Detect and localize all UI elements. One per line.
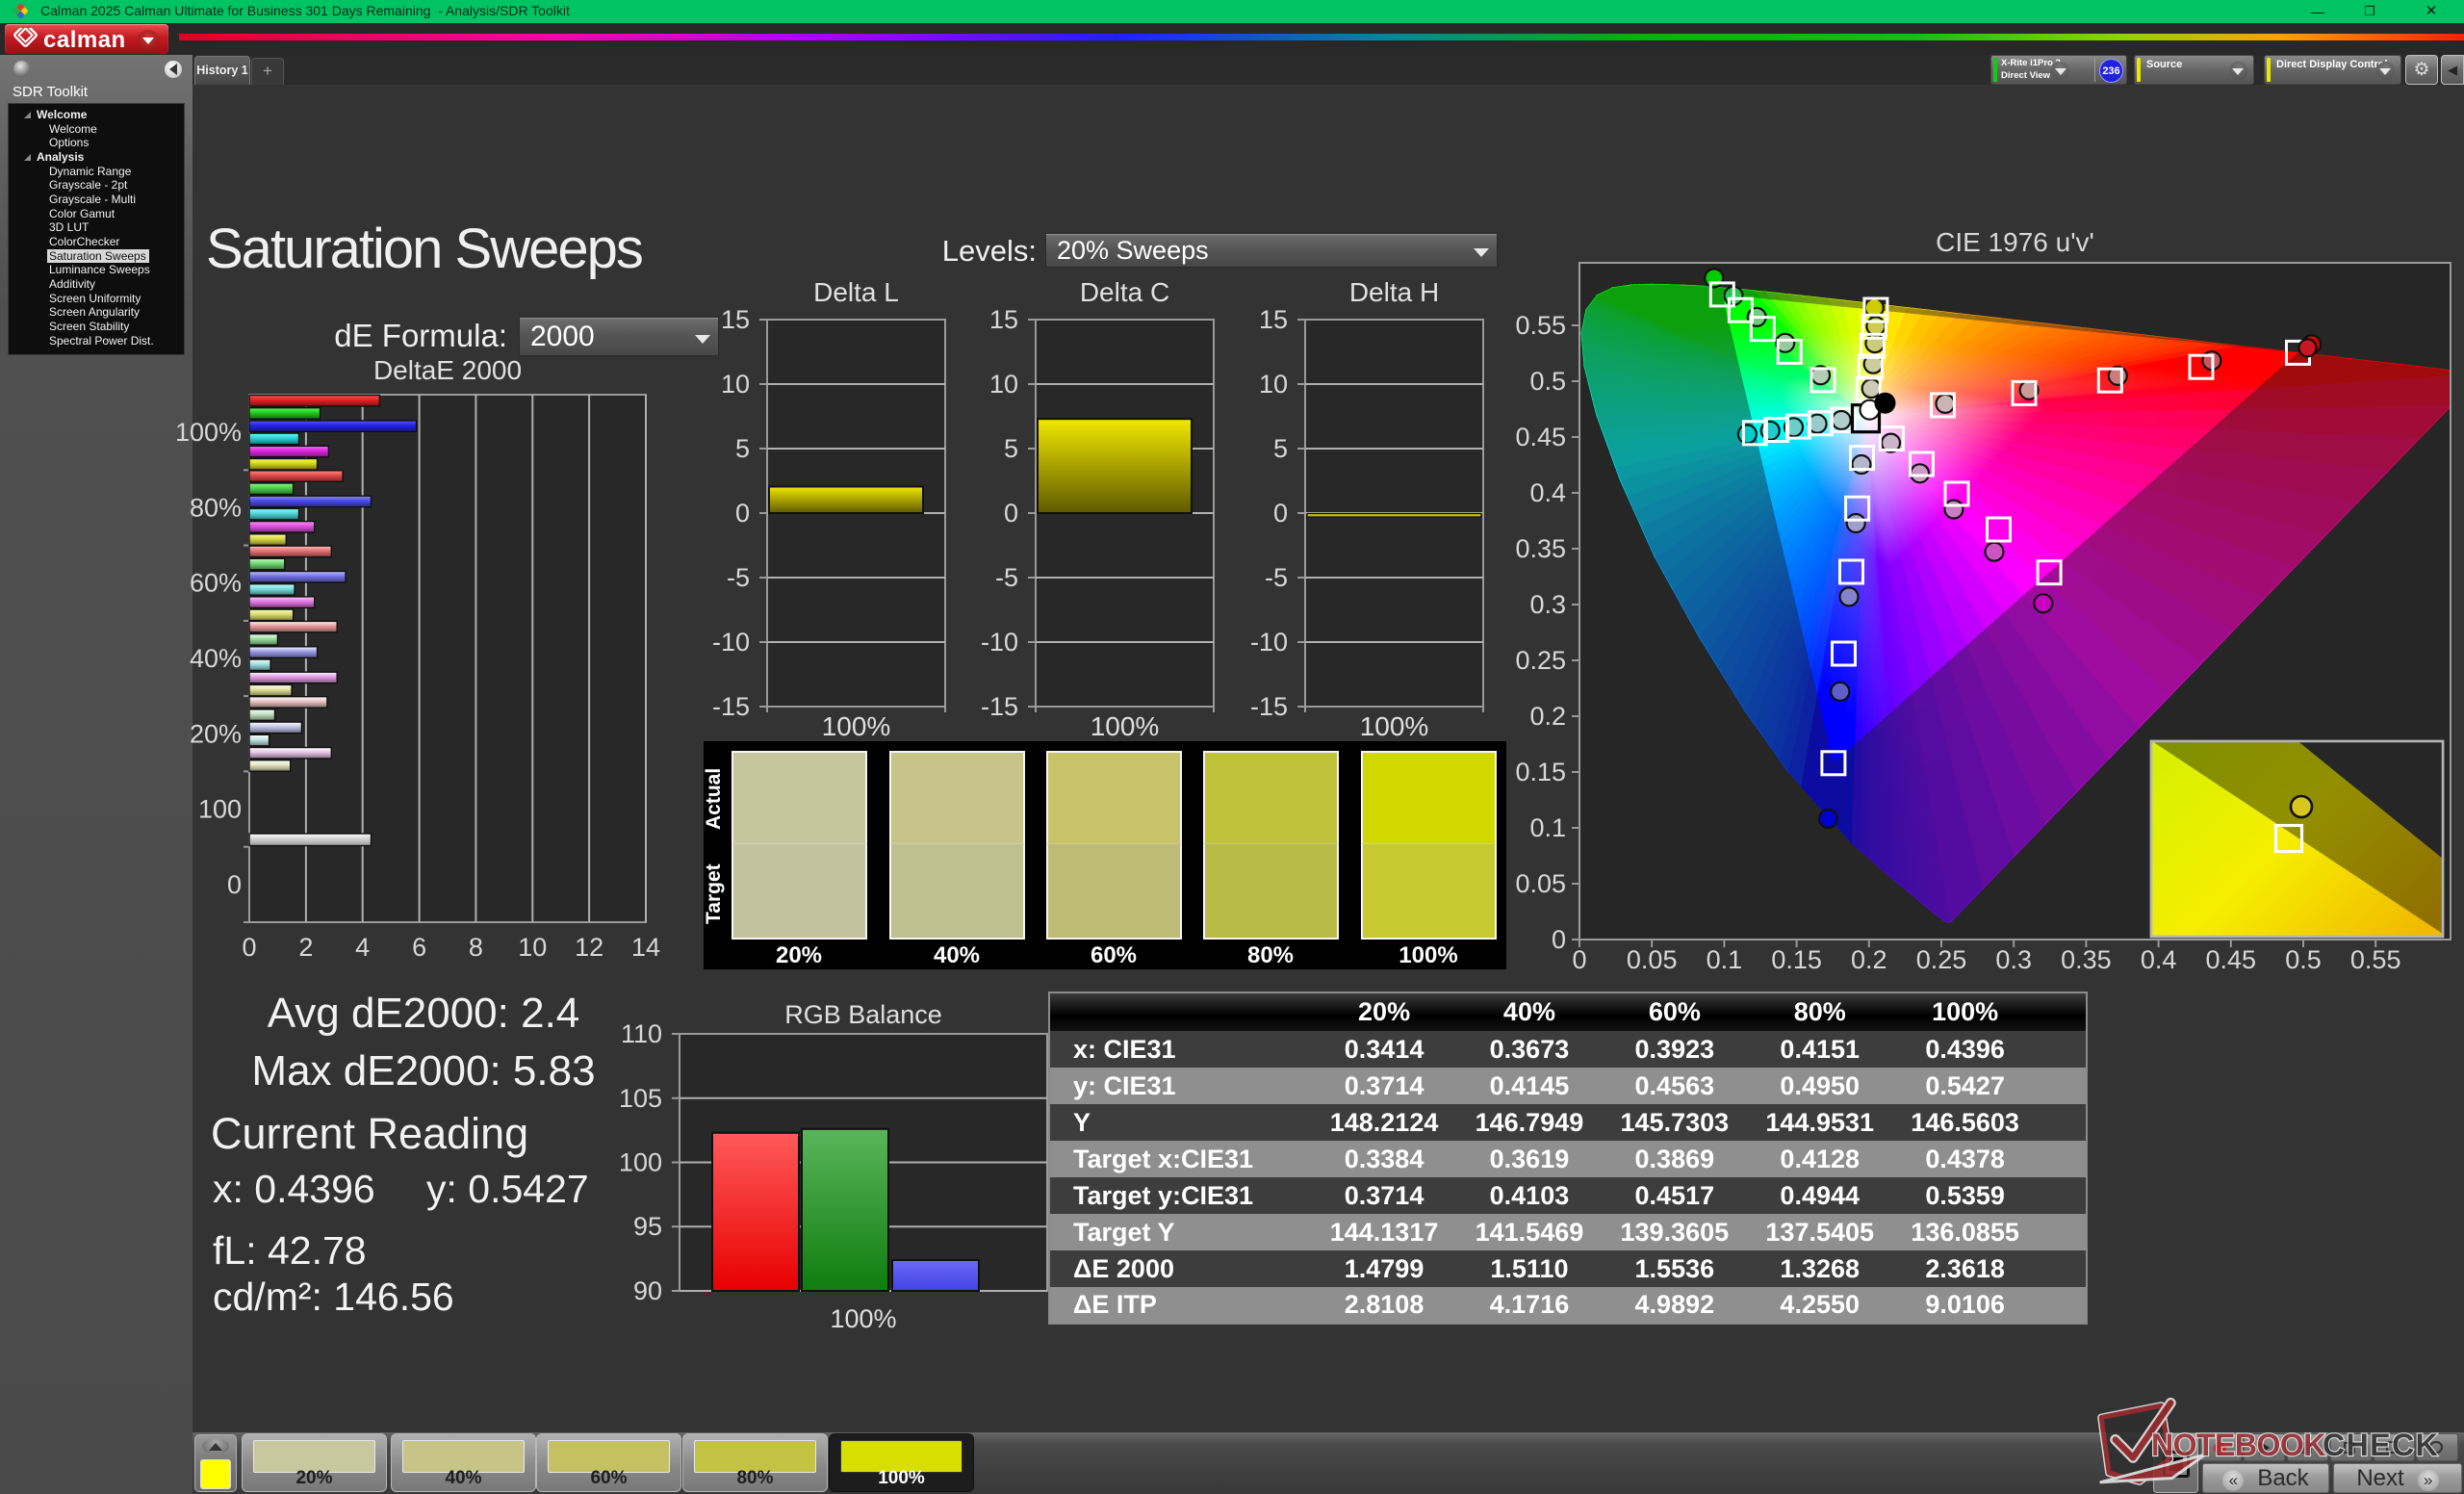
svg-text:RGB Balance: RGB Balance xyxy=(784,1001,942,1029)
svg-text:100%: 100% xyxy=(175,418,242,447)
svg-text:0: 0 xyxy=(1273,499,1288,528)
svg-text:-10: -10 xyxy=(1250,628,1288,657)
svg-text:0: 0 xyxy=(227,870,242,899)
svg-text:100%: 100% xyxy=(830,1304,896,1328)
svg-text:5: 5 xyxy=(1273,434,1288,463)
svg-text:60%: 60% xyxy=(190,569,242,598)
svg-text:-5: -5 xyxy=(727,563,750,592)
svg-text:0.35: 0.35 xyxy=(2061,945,2112,974)
svg-text:40%: 40% xyxy=(190,644,242,673)
svg-text:CIE 1976 u'v': CIE 1976 u'v' xyxy=(1936,227,2094,257)
svg-text:0.5: 0.5 xyxy=(1529,367,1566,396)
svg-text:0: 0 xyxy=(1004,499,1018,528)
svg-text:0: 0 xyxy=(735,499,750,528)
svg-text:-10: -10 xyxy=(981,628,1018,657)
svg-text:-15: -15 xyxy=(981,692,1018,721)
svg-text:0.4: 0.4 xyxy=(1529,478,1566,507)
svg-text:0.5: 0.5 xyxy=(2285,945,2322,974)
svg-text:100: 100 xyxy=(198,795,242,824)
svg-text:100%: 100% xyxy=(822,711,891,741)
svg-text:NOTEBOOK: NOTEBOOK xyxy=(2151,1428,2325,1462)
svg-text:0.45: 0.45 xyxy=(1515,423,1566,451)
svg-text:110: 110 xyxy=(621,1019,662,1048)
svg-text:0.4: 0.4 xyxy=(2141,945,2177,974)
svg-text:Delta L: Delta L xyxy=(813,277,899,307)
svg-text:0.15: 0.15 xyxy=(1771,945,1822,974)
svg-text:14: 14 xyxy=(631,933,660,961)
svg-text:100%: 100% xyxy=(1360,711,1429,741)
svg-text:80%: 80% xyxy=(190,493,242,522)
svg-text:Delta H: Delta H xyxy=(1349,277,1439,307)
svg-text:-10: -10 xyxy=(712,628,750,657)
svg-text:CHECK: CHECK xyxy=(2323,1428,2439,1462)
svg-text:0.25: 0.25 xyxy=(1916,945,1967,974)
svg-text:0.55: 0.55 xyxy=(1515,311,1566,340)
svg-text:Delta C: Delta C xyxy=(1080,277,1169,307)
svg-text:calman: calman xyxy=(43,28,126,51)
svg-text:DeltaE 2000: DeltaE 2000 xyxy=(373,355,522,385)
svg-text:0.3: 0.3 xyxy=(1529,590,1566,619)
svg-text:0.1: 0.1 xyxy=(1707,945,1743,974)
svg-text:5: 5 xyxy=(1004,434,1018,463)
svg-text:0: 0 xyxy=(1552,925,1566,954)
svg-text:100: 100 xyxy=(619,1148,662,1177)
svg-text:12: 12 xyxy=(575,933,603,961)
svg-text:-15: -15 xyxy=(712,692,750,721)
svg-text:0: 0 xyxy=(242,933,256,961)
svg-text:-5: -5 xyxy=(995,563,1018,592)
svg-text:2: 2 xyxy=(298,933,313,961)
svg-text:0.2: 0.2 xyxy=(1529,702,1566,731)
svg-text:0.3: 0.3 xyxy=(1995,945,2032,974)
svg-text:8: 8 xyxy=(469,933,483,961)
svg-text:0.1: 0.1 xyxy=(1529,813,1566,842)
svg-text:15: 15 xyxy=(721,305,750,334)
svg-text:0.05: 0.05 xyxy=(1627,945,1678,974)
svg-text:0.55: 0.55 xyxy=(2350,945,2401,974)
svg-text:0.15: 0.15 xyxy=(1515,758,1566,786)
svg-text:0.35: 0.35 xyxy=(1515,534,1566,563)
svg-text:-15: -15 xyxy=(1250,692,1288,721)
svg-text:0: 0 xyxy=(1572,945,1586,974)
svg-text:-5: -5 xyxy=(1265,563,1288,592)
svg-text:105: 105 xyxy=(619,1084,662,1113)
svg-text:10: 10 xyxy=(518,933,547,961)
svg-text:0.05: 0.05 xyxy=(1515,869,1566,898)
svg-text:5: 5 xyxy=(735,434,750,463)
svg-text:10: 10 xyxy=(989,370,1018,399)
svg-text:4: 4 xyxy=(355,933,370,961)
svg-text:90: 90 xyxy=(633,1276,662,1305)
svg-text:95: 95 xyxy=(633,1212,662,1241)
svg-text:10: 10 xyxy=(1259,370,1288,399)
svg-text:0.2: 0.2 xyxy=(1851,945,1887,974)
svg-text:10: 10 xyxy=(721,370,750,399)
svg-text:15: 15 xyxy=(989,305,1018,334)
svg-text:0.25: 0.25 xyxy=(1515,646,1566,675)
svg-text:100%: 100% xyxy=(1091,711,1160,741)
svg-text:6: 6 xyxy=(412,933,426,961)
svg-text:20%: 20% xyxy=(190,719,242,748)
svg-text:15: 15 xyxy=(1259,305,1288,334)
svg-text:0.45: 0.45 xyxy=(2206,945,2257,974)
